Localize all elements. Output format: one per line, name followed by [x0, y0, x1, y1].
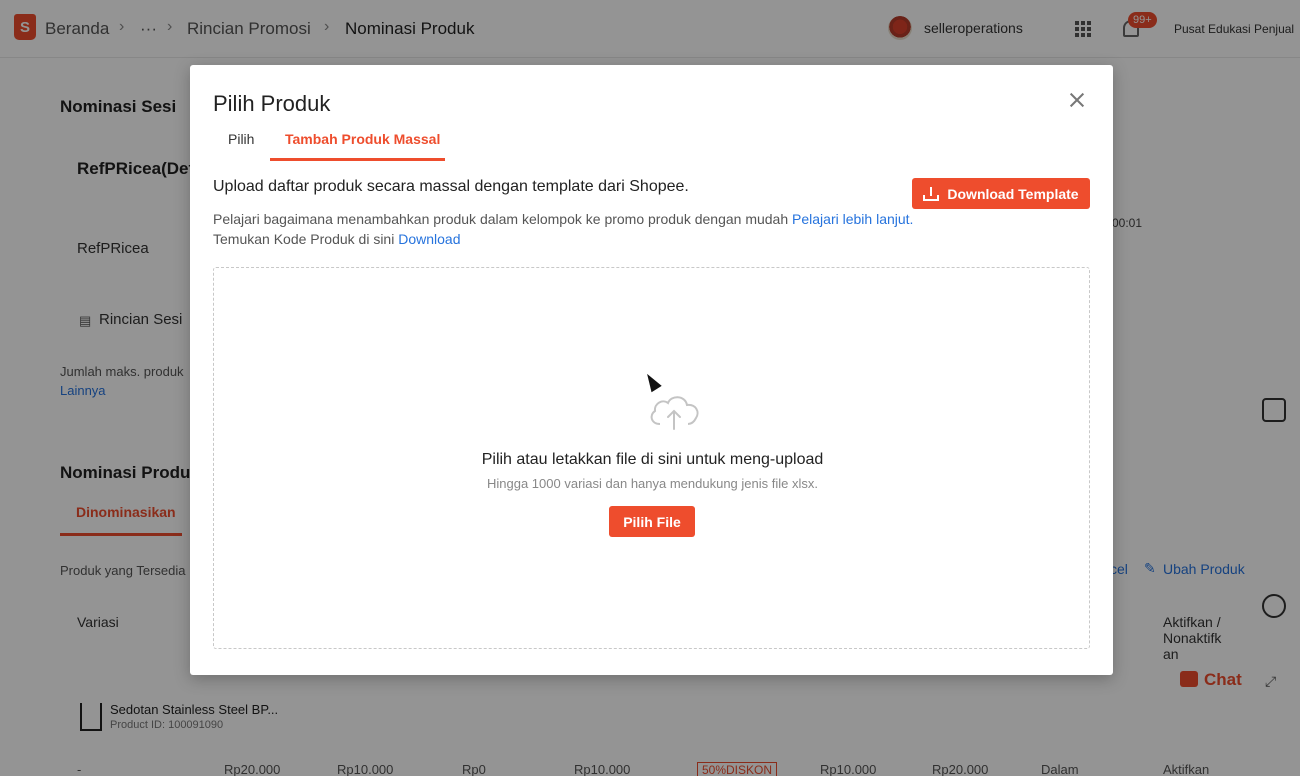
file-dropzone[interactable]: Pilih atau letakkan file di sini untuk m… — [213, 267, 1090, 649]
product-code-line: Temukan Kode Produk di sini Download — [213, 231, 460, 247]
pick-file-button[interactable]: Pilih File — [609, 506, 695, 537]
download-icon — [923, 186, 940, 201]
dropzone-title: Pilih atau letakkan file di sini untuk m… — [481, 451, 824, 468]
product-code-text: Temukan Kode Produk di sini — [213, 231, 395, 247]
product-code-download-link[interactable]: Download — [398, 231, 460, 247]
download-template-button[interactable]: Download Template — [912, 178, 1090, 209]
active-tab-indicator — [270, 158, 445, 161]
close-icon[interactable] — [1068, 91, 1086, 109]
learn-text: Pelajari bagaimana menambahkan produk da… — [213, 211, 789, 227]
tab-select[interactable]: Pilih — [228, 131, 254, 147]
upload-heading: Upload daftar produk secara massal denga… — [213, 178, 689, 195]
download-template-label: Download Template — [947, 185, 1079, 202]
learn-more-line: Pelajari bagaimana menambahkan produk da… — [213, 211, 913, 227]
dropzone-subtitle: Hingga 1000 variasi dan hanya mendukung … — [487, 476, 818, 491]
cloud-upload-icon — [650, 396, 699, 430]
learn-more-link[interactable]: Pelajari lebih lanjut. — [792, 211, 913, 227]
modal-title: Pilih Produk — [213, 91, 331, 116]
tab-bulk-add[interactable]: Tambah Produk Massal — [285, 131, 440, 147]
